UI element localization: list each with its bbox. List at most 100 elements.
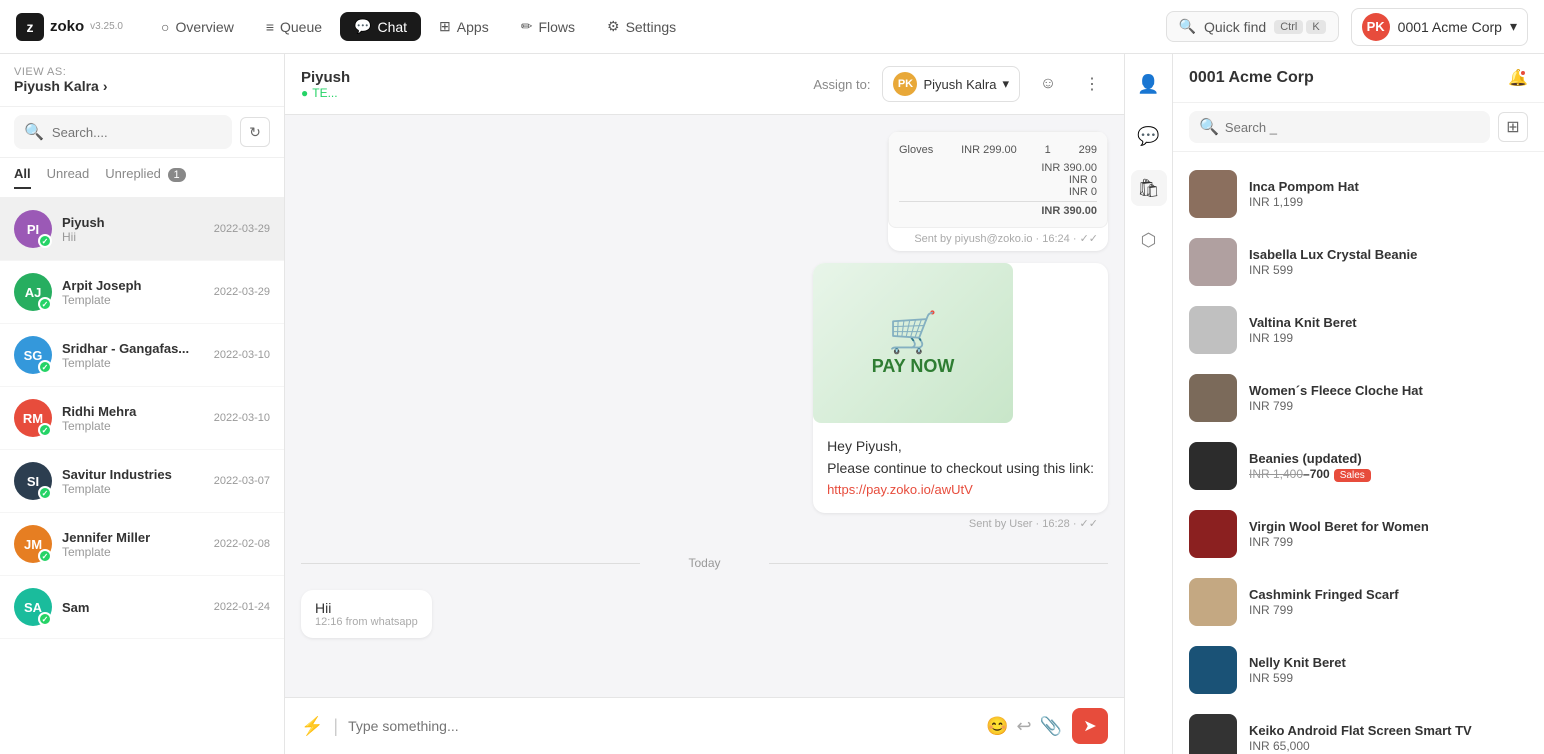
contact-icon[interactable]: 👤 (1131, 66, 1167, 102)
search-input[interactable] (52, 125, 222, 140)
overview-icon: ○ (161, 19, 169, 35)
chat-list: PI ✓ Piyush Hii 2022-03-29 AJ ✓ Arpit Jo… (0, 198, 284, 754)
product-price: INR 599 (1249, 263, 1528, 277)
avatar: RM ✓ (14, 399, 52, 437)
product-item[interactable]: Keiko Android Flat Screen Smart TV INR 6… (1173, 704, 1544, 754)
products-search-area: 🔍 ⊞ (1173, 103, 1544, 152)
contact-name: Piyush (301, 69, 803, 86)
product-item[interactable]: Inca Pompom Hat INR 1,199 (1173, 160, 1544, 228)
nav-settings[interactable]: ⚙ Settings (593, 12, 690, 41)
product-thumbnail (1189, 646, 1237, 694)
account-button[interactable]: PK 0001 Acme Corp ▾ (1351, 8, 1528, 46)
right-panel: 👤 💬 🛍 ⬡ 0001 Acme Corp 🔔 🔍 ⊞ (1124, 54, 1544, 754)
chat-list-item[interactable]: SA ✓ Sam 2022-01-24 (0, 576, 284, 639)
product-name: Inca Pompom Hat (1249, 179, 1528, 196)
nav-overview-label: Overview (175, 19, 233, 35)
product-price: INR 199 (1249, 331, 1528, 345)
chat-meta: 2022-03-10 (214, 349, 270, 361)
products-search-input[interactable] (1225, 120, 1480, 135)
chat-meta: 2022-01-24 (214, 601, 270, 613)
nav-flows[interactable]: ✏ Flows (507, 12, 589, 41)
cube-icon[interactable]: ⬡ (1131, 222, 1167, 258)
message-input[interactable] (348, 718, 976, 734)
hii-message: Hii 12:16 from whatsapp (301, 590, 432, 638)
product-price: INR 1,400–700Sales (1249, 467, 1528, 481)
chat-bubble-icon[interactable]: 💬 (1131, 118, 1167, 154)
nav-overview[interactable]: ○ Overview (147, 13, 248, 41)
product-item[interactable]: Women´s Fleece Cloche Hat INR 799 (1173, 364, 1544, 432)
chat-date: 2022-03-29 (214, 223, 270, 235)
chat-list-item[interactable]: SG ✓ Sridhar - Gangafas... Template 2022… (0, 324, 284, 387)
avatar: PK (1362, 13, 1390, 41)
reaction-button[interactable]: ↩ (1016, 716, 1031, 737)
send-button[interactable]: ➤ (1072, 708, 1108, 744)
product-item[interactable]: Valtina Knit Beret INR 199 (1173, 296, 1544, 364)
chat-meta: 2022-02-08 (214, 538, 270, 550)
chat-list-item[interactable]: JM ✓ Jennifer Miller Template 2022-02-08 (0, 513, 284, 576)
nav-apps[interactable]: ⊞ Apps (425, 12, 503, 41)
chat-list-item[interactable]: SI ✓ Savitur Industries Template 2022-03… (0, 450, 284, 513)
chat-icon: 💬 (354, 18, 371, 35)
top-nav: z zoko v3.25.0 ○ Overview ≡ Queue 💬 Chat… (0, 0, 1544, 54)
products-search-box: 🔍 (1189, 111, 1490, 143)
whatsapp-badge: ✓ (38, 486, 52, 500)
chat-meta: 2022-03-29 (214, 223, 270, 235)
chat-preview: Template (62, 293, 204, 307)
chevron-down-icon: ▾ (1510, 18, 1517, 35)
view-as-label: VIEW AS: (14, 66, 270, 78)
chat-name: Sridhar - Gangafas... (62, 341, 204, 356)
chat-list-item[interactable]: RM ✓ Ridhi Mehra Template 2022-03-10 (0, 387, 284, 450)
queue-icon: ≡ (266, 19, 274, 35)
quick-find-btn[interactable]: 🔍 Quick find Ctrl K (1166, 11, 1339, 42)
chat-info: Sam (62, 600, 204, 615)
chat-meta: 2022-03-10 (214, 412, 270, 424)
refresh-button[interactable]: ↻ (240, 117, 270, 147)
nav-chat-label: Chat (377, 19, 407, 35)
product-thumbnail (1189, 578, 1237, 626)
settings-icon: ⚙ (607, 18, 620, 35)
tab-unreplied[interactable]: Unreplied 1 (105, 166, 185, 189)
message-meta: Sent by piyush@zoko.io · 16:24 · ✓✓ (888, 228, 1108, 251)
product-name: Cashmink Fringed Scarf (1249, 587, 1528, 604)
product-name: Isabella Lux Crystal Beanie (1249, 247, 1528, 264)
product-item[interactable]: Isabella Lux Crystal Beanie INR 599 (1173, 228, 1544, 296)
avatar: AJ ✓ (14, 273, 52, 311)
logo: z zoko v3.25.0 (16, 13, 123, 41)
product-price: INR 799 (1249, 603, 1528, 617)
smiley-button[interactable]: ☺ (1032, 68, 1064, 100)
pay-link[interactable]: https://pay.zoko.io/awUtV (827, 480, 1094, 501)
assignee-button[interactable]: PK Piyush Kalra ▾ (882, 66, 1020, 102)
tab-unread[interactable]: Unread (47, 166, 90, 189)
nav-queue[interactable]: ≡ Queue (252, 13, 336, 41)
chat-date: 2022-03-10 (214, 412, 270, 424)
product-price: INR 799 (1249, 399, 1528, 413)
chat-list-item[interactable]: AJ ✓ Arpit Joseph Template 2022-03-29 (0, 261, 284, 324)
notification-icon[interactable]: 🔔 (1508, 68, 1528, 88)
nav-queue-label: Queue (280, 19, 322, 35)
filter-button[interactable]: ⊞ (1498, 112, 1528, 142)
emoji-button[interactable]: 😊 (986, 716, 1008, 737)
product-thumbnail (1189, 374, 1237, 422)
chat-preview: Template (62, 545, 204, 559)
shop-icon[interactable]: 🛍 (1131, 170, 1167, 206)
view-as-name[interactable]: Piyush Kalra › (14, 78, 270, 94)
product-item[interactable]: Beanies (updated) INR 1,400–700Sales (1173, 432, 1544, 500)
chat-info: Piyush Hii (62, 215, 204, 244)
message-input-area: ⚡ | 😊 ↩ 📎 ➤ (285, 697, 1124, 754)
tab-all[interactable]: All (14, 166, 31, 189)
date-divider: Today (301, 556, 1108, 570)
chat-date: 2022-03-07 (214, 475, 270, 487)
product-item[interactable]: Cashmink Fringed Scarf INR 799 (1173, 568, 1544, 636)
product-item[interactable]: Nelly Knit Beret INR 599 (1173, 636, 1544, 704)
lightning-button[interactable]: ⚡ (301, 716, 323, 737)
search-icon: 🔍 (24, 122, 44, 142)
assign-label: Assign to: (813, 77, 870, 92)
chat-name: Ridhi Mehra (62, 404, 204, 419)
chat-list-item[interactable]: PI ✓ Piyush Hii 2022-03-29 (0, 198, 284, 261)
attach-button[interactable]: 📎 (1040, 716, 1062, 737)
product-item[interactable]: Virgin Wool Beret for Women INR 799 (1173, 500, 1544, 568)
more-options-button[interactable]: ⋮ (1076, 68, 1108, 100)
notification-dot (1519, 69, 1527, 77)
chevron-down-icon: ▾ (1002, 76, 1009, 92)
nav-chat[interactable]: 💬 Chat (340, 12, 421, 41)
